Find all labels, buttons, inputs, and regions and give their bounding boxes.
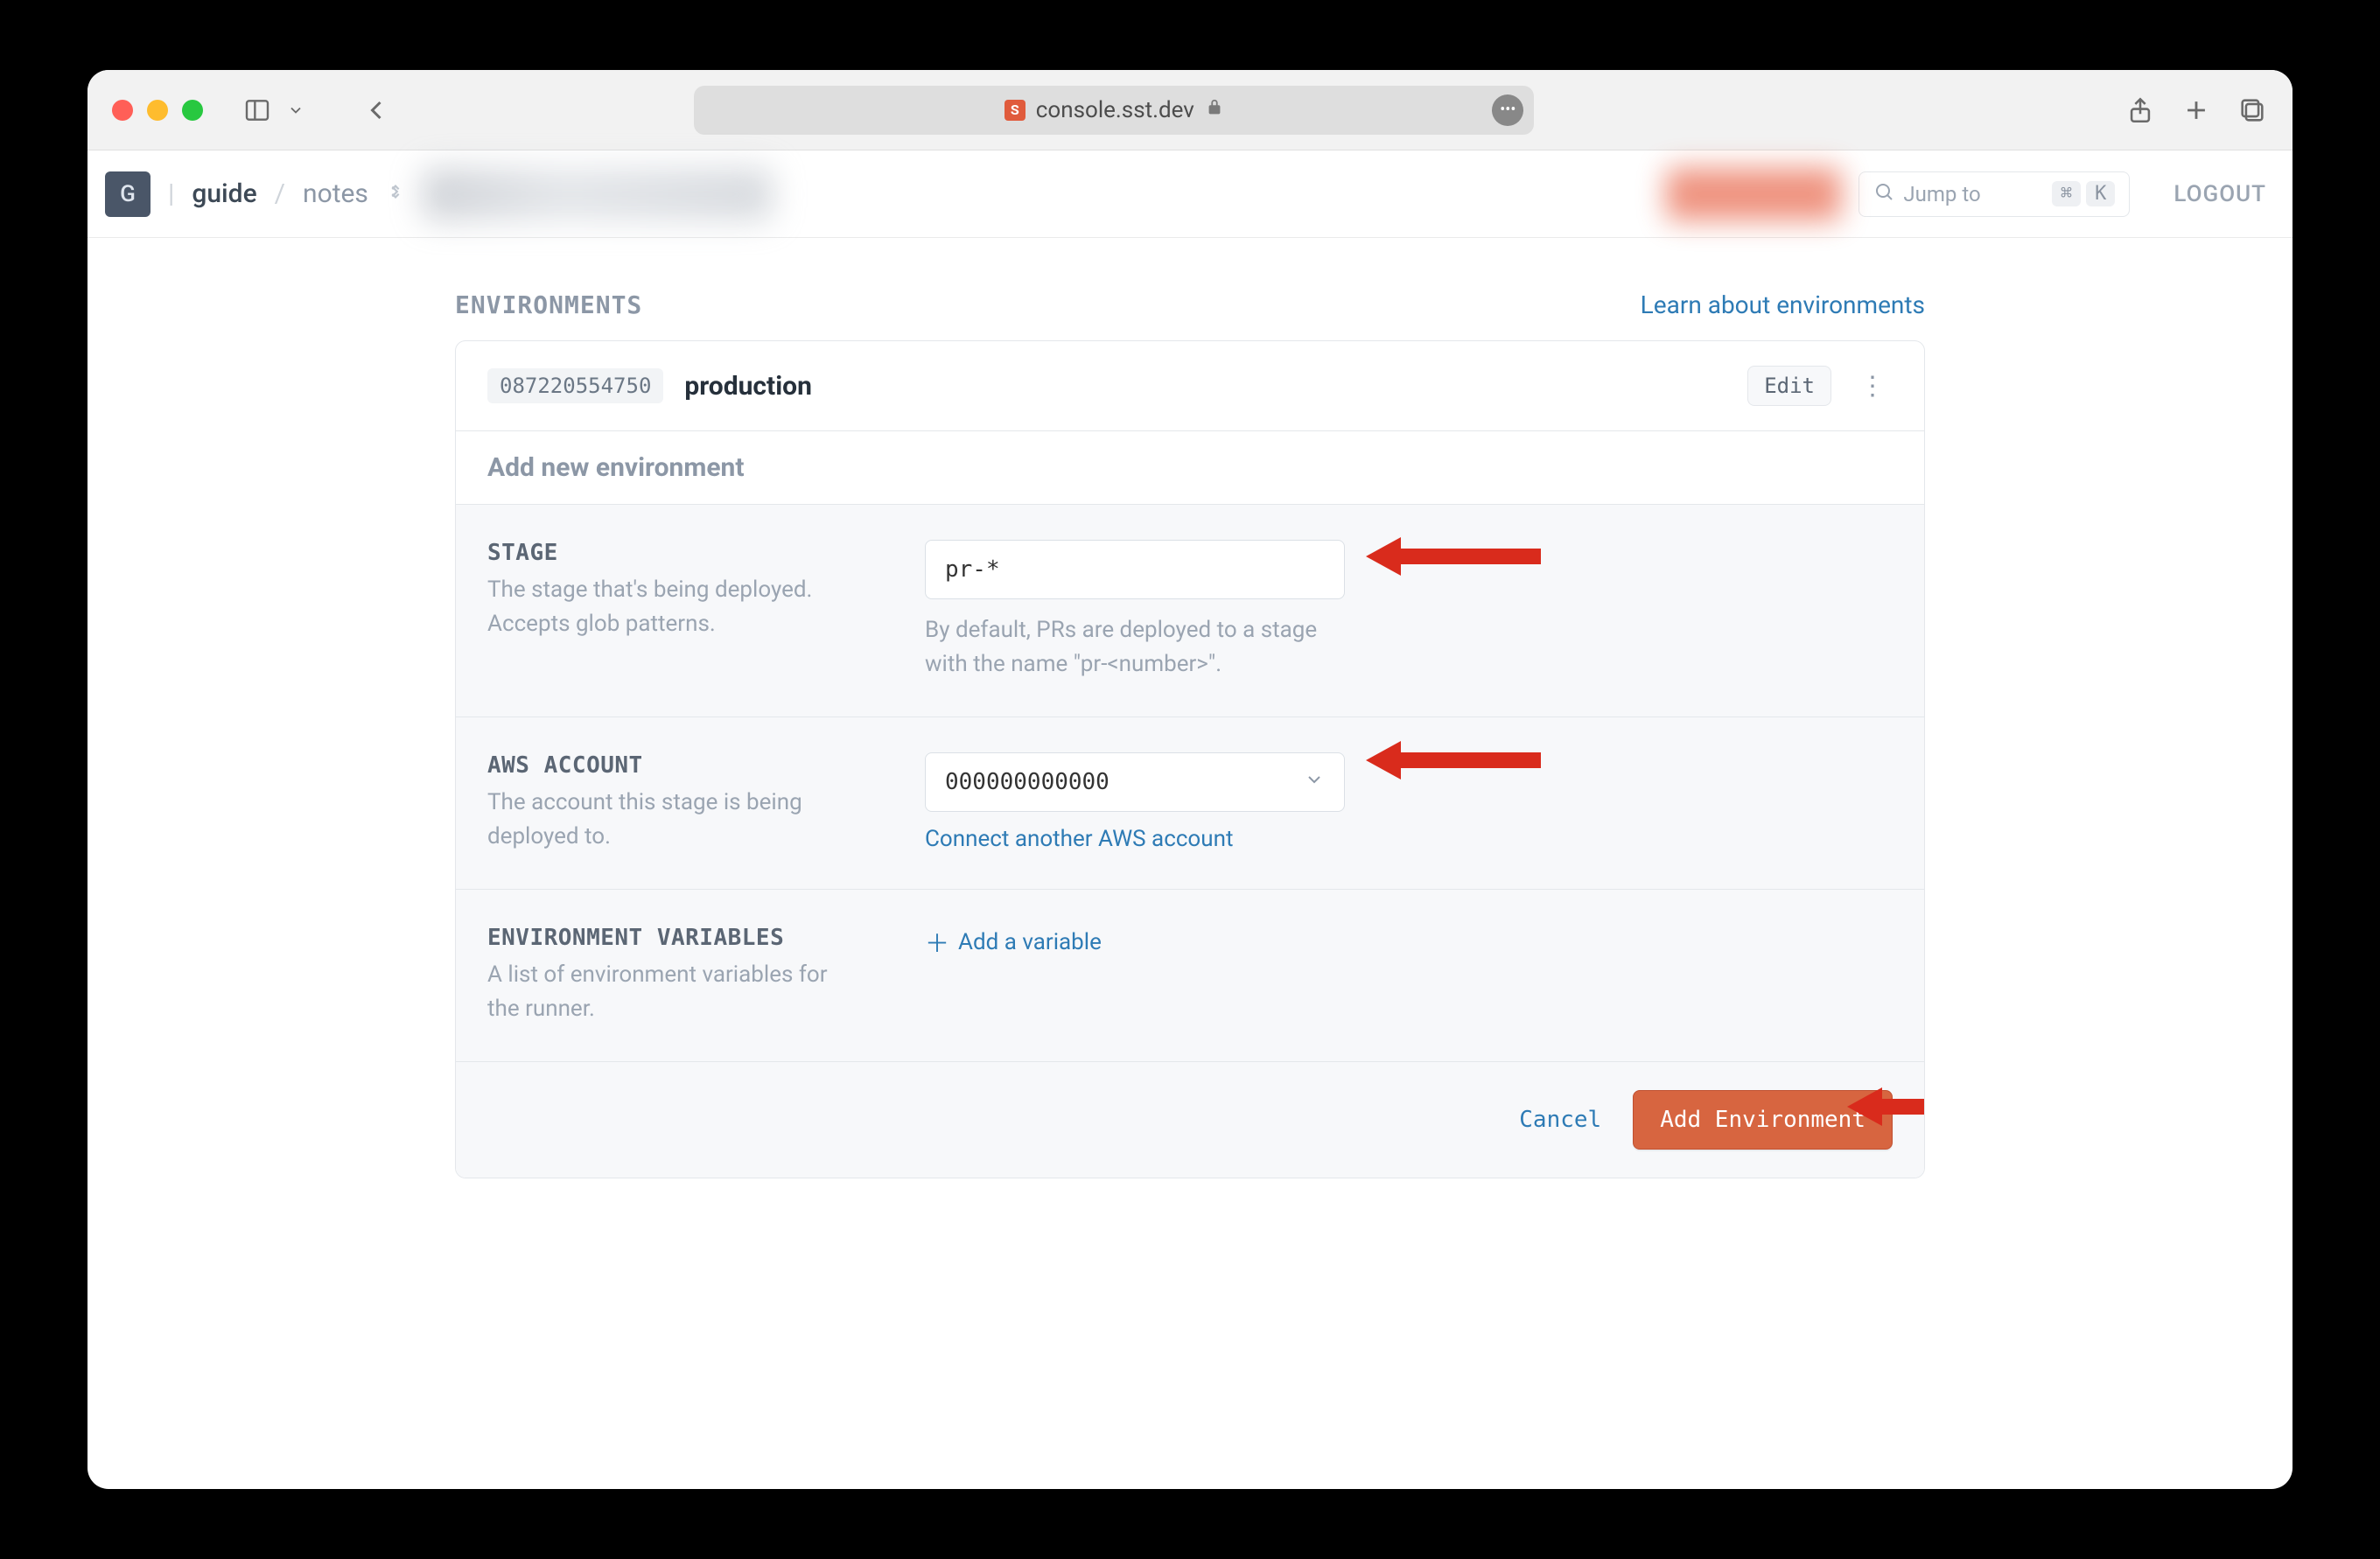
browser-titlebar: S console.sst.dev ••• bbox=[88, 70, 2292, 150]
envvars-desc: A list of environment variables for the … bbox=[487, 958, 864, 1026]
chevron-down-icon bbox=[1304, 769, 1325, 796]
add-variable-label: Add a variable bbox=[958, 929, 1102, 955]
stage-input[interactable]: pr-* bbox=[925, 540, 1345, 599]
kbd-cmd: ⌘ bbox=[2052, 181, 2081, 206]
form-section-envvars: ENVIRONMENT VARIABLES A list of environm… bbox=[456, 890, 1924, 1062]
browser-window: S console.sst.dev ••• G | guide / note bbox=[88, 70, 2292, 1489]
learn-link[interactable]: Learn about environments bbox=[1641, 290, 1925, 319]
add-env-title: Add new environment bbox=[456, 431, 1924, 505]
jump-to-search[interactable]: Jump to ⌘ K bbox=[1858, 171, 2130, 217]
breadcrumb-guide[interactable]: guide bbox=[192, 178, 256, 209]
app-header: G | guide / notes Jump to ⌘ K LOG bbox=[88, 150, 2292, 238]
stage-input-value: pr-* bbox=[945, 556, 1000, 583]
minimize-window-icon[interactable] bbox=[147, 100, 168, 121]
stage-hint: By default, PRs are deployed to a stage … bbox=[925, 613, 1345, 682]
address-more-icon[interactable]: ••• bbox=[1492, 94, 1523, 126]
lock-icon bbox=[1205, 97, 1224, 123]
stage-label: STAGE bbox=[487, 540, 907, 566]
tab-overview-icon[interactable] bbox=[2236, 94, 2268, 126]
url-text: console.sst.dev bbox=[1036, 97, 1194, 123]
cancel-button[interactable]: Cancel bbox=[1519, 1107, 1601, 1133]
breadcrumb-notes[interactable]: notes bbox=[303, 178, 368, 209]
new-tab-icon[interactable] bbox=[2180, 94, 2212, 126]
site-favicon: S bbox=[1004, 100, 1026, 121]
sidebar-icon bbox=[242, 94, 273, 126]
stage-desc: The stage that's being deployed. Accepts… bbox=[487, 573, 864, 641]
breadcrumb-sep: | bbox=[168, 178, 174, 209]
redacted-blur bbox=[423, 168, 773, 220]
section-title: ENVIRONMENTS bbox=[455, 290, 642, 319]
form-footer: Cancel Add Environment bbox=[456, 1062, 1924, 1178]
sidebar-toggle-group[interactable] bbox=[242, 94, 312, 126]
form-section-stage: STAGE The stage that's being deployed. A… bbox=[456, 505, 1924, 717]
address-bar[interactable]: S console.sst.dev ••• bbox=[694, 86, 1534, 135]
search-icon bbox=[1873, 181, 1894, 207]
plus-icon: ＋ bbox=[925, 925, 949, 960]
breadcrumb-dropdown-icon[interactable] bbox=[386, 182, 405, 206]
add-variable-link[interactable]: ＋ Add a variable bbox=[925, 925, 1893, 960]
account-id-badge: 087220554750 bbox=[487, 368, 663, 403]
page-body: ENVIRONMENTS Learn about environments 08… bbox=[88, 238, 2292, 1213]
aws-account-value: 000000000000 bbox=[945, 769, 1110, 795]
breadcrumb-sep: / bbox=[275, 178, 285, 209]
kbd-k: K bbox=[2086, 181, 2115, 206]
existing-env-row: 087220554750 production Edit ⋮ bbox=[456, 341, 1924, 431]
redacted-blur-red bbox=[1666, 168, 1841, 220]
browser-back-button[interactable] bbox=[360, 94, 392, 126]
kebab-menu-icon[interactable]: ⋮ bbox=[1852, 371, 1893, 402]
logout-link[interactable]: LOGOUT bbox=[2174, 181, 2266, 207]
traffic-lights bbox=[112, 100, 203, 121]
add-environment-button[interactable]: Add Environment bbox=[1633, 1090, 1893, 1150]
jump-to-placeholder: Jump to bbox=[1903, 182, 1980, 206]
aws-desc: The account this stage is being deployed… bbox=[487, 786, 864, 854]
form-section-aws: AWS ACCOUNT The account this stage is be… bbox=[456, 717, 1924, 890]
breadcrumb: | guide / notes bbox=[168, 178, 405, 209]
workspace-avatar[interactable]: G bbox=[105, 171, 150, 217]
environments-card: 087220554750 production Edit ⋮ Add new e… bbox=[455, 340, 1925, 1178]
envvars-label: ENVIRONMENT VARIABLES bbox=[487, 925, 907, 951]
kbd-shortcut: ⌘ K bbox=[2052, 181, 2116, 206]
edit-button[interactable]: Edit bbox=[1747, 366, 1831, 406]
aws-account-select[interactable]: 000000000000 bbox=[925, 752, 1345, 812]
close-window-icon[interactable] bbox=[112, 100, 133, 121]
env-name: production bbox=[684, 371, 812, 402]
connect-aws-link[interactable]: Connect another AWS account bbox=[925, 826, 1233, 852]
aws-label: AWS ACCOUNT bbox=[487, 752, 907, 779]
chevron-down-icon bbox=[280, 94, 312, 126]
maximize-window-icon[interactable] bbox=[182, 100, 203, 121]
share-icon[interactable] bbox=[2124, 94, 2156, 126]
